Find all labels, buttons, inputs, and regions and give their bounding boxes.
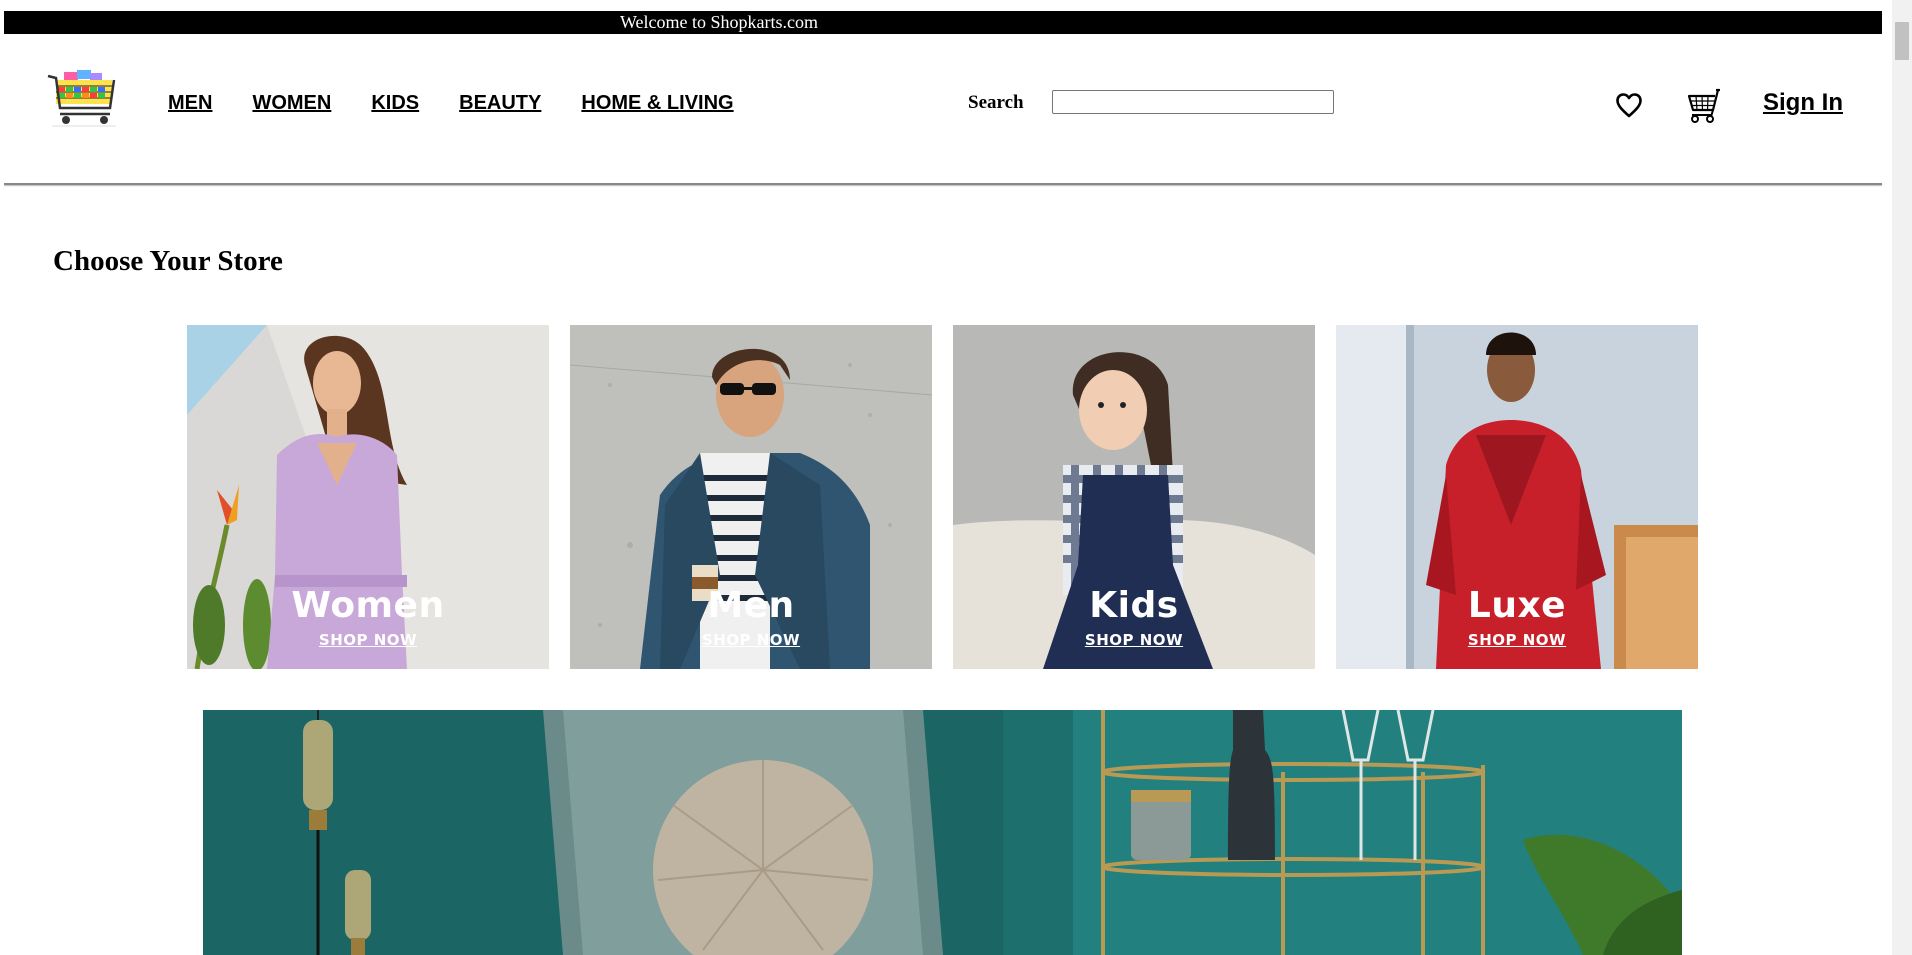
vertical-scrollbar[interactable]	[1892, 0, 1912, 955]
search-input[interactable]	[1052, 90, 1334, 114]
store-card-title: Luxe	[1467, 585, 1567, 626]
nav-kids-link[interactable]: KIDS	[371, 92, 419, 115]
home-living-banner-image	[203, 710, 1682, 955]
shop-now-link[interactable]: SHOP NOW	[953, 631, 1315, 649]
nav-beauty-link[interactable]: BEAUTY	[459, 92, 541, 115]
nav-women-link[interactable]: WOMEN	[252, 92, 331, 115]
nav-home-living-link[interactable]: HOME & LIVING	[581, 92, 733, 115]
site-logo[interactable]	[44, 66, 124, 132]
scrollbar-thumb[interactable]	[1895, 22, 1909, 60]
search-label: Search	[968, 92, 1024, 113]
page: Welcome to Shopkarts.com MEN WOMEN KIDS …	[0, 0, 1912, 955]
welcome-text: Welcome to Shopkarts.com	[620, 12, 819, 32]
store-card-title: Women	[291, 585, 445, 626]
store-card-title: Men	[707, 585, 795, 626]
cart-icon[interactable]	[1684, 88, 1722, 124]
sign-in-link[interactable]: Sign In	[1763, 89, 1843, 117]
main-nav: MEN WOMEN KIDS BEAUTY HOME & LIVING	[168, 90, 774, 116]
shop-now-link[interactable]: SHOP NOW	[187, 631, 549, 649]
store-card-kids[interactable]: Kids SHOP NOW	[953, 325, 1315, 669]
header-divider	[4, 183, 1882, 185]
shop-now-link[interactable]: SHOP NOW	[1336, 631, 1698, 649]
welcome-bar: Welcome to Shopkarts.com	[4, 11, 1882, 34]
shopping-cart-logo-icon	[47, 70, 116, 127]
section-title: Choose Your Store	[53, 245, 283, 277]
nav-men-link[interactable]: MEN	[168, 92, 212, 115]
heart-icon[interactable]	[1615, 92, 1643, 120]
store-card-women[interactable]: Women SHOP NOW	[187, 325, 549, 669]
shop-now-link[interactable]: SHOP NOW	[570, 631, 932, 649]
store-card-title: Kids	[1089, 585, 1179, 626]
store-card-luxe[interactable]: Luxe SHOP NOW	[1336, 325, 1698, 669]
home-living-banner[interactable]	[203, 710, 1682, 955]
store-card-men[interactable]: Men SHOP NOW	[570, 325, 932, 669]
